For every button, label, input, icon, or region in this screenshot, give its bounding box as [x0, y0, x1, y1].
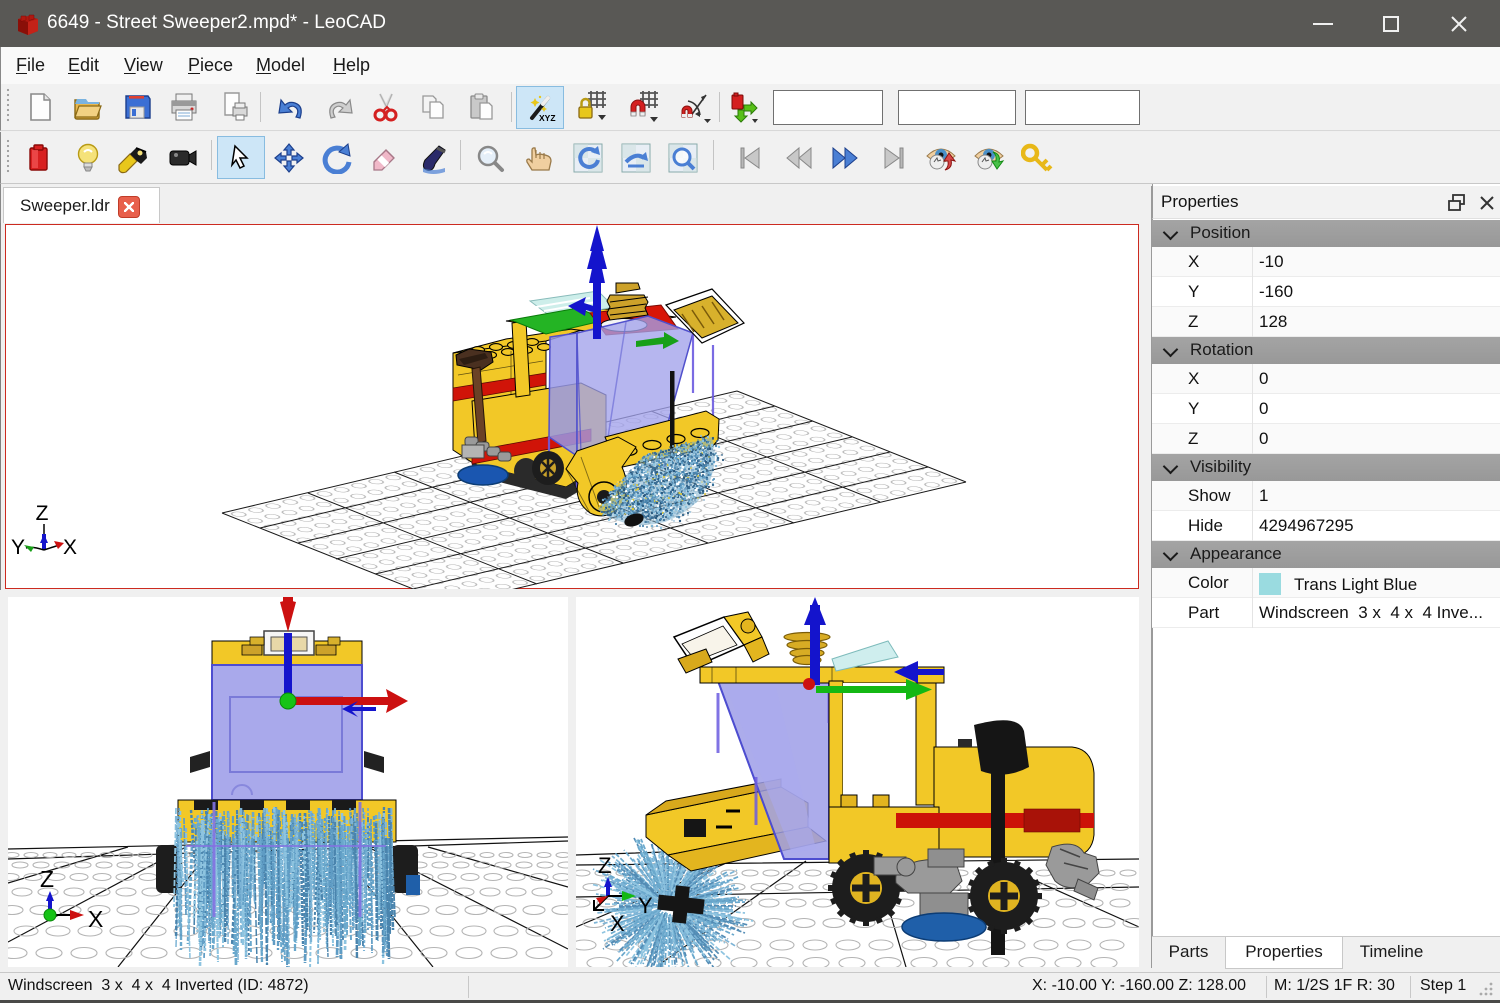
- svg-text:Y: Y: [638, 893, 653, 918]
- svg-text:Y: Y: [11, 536, 25, 559]
- svg-text:Z: Z: [40, 866, 54, 892]
- svg-text:Z: Z: [36, 502, 49, 525]
- svg-text:X: X: [63, 536, 77, 559]
- svg-text:X: X: [88, 906, 103, 932]
- svg-text:XYZ: XYZ: [539, 113, 556, 123]
- svg-text:Z: Z: [598, 853, 611, 878]
- svg-text:X: X: [610, 911, 625, 936]
